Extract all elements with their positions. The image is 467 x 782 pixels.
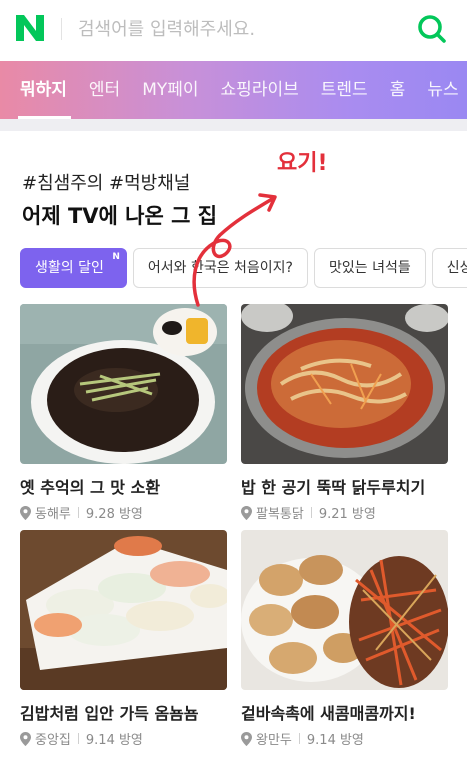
location-pin-icon: [241, 505, 252, 520]
restaurant-card[interactable]: 김밥처럼 입안 가득 옴뇸뇸 중앙집 9.14 방영: [20, 530, 227, 748]
air-date: 9.28 방영: [85, 507, 143, 522]
section-gap: [0, 119, 467, 131]
meta-divider: [298, 733, 300, 744]
chip-label: 생활의 달인: [35, 260, 104, 276]
chip-label: 맛있는 녀석들: [329, 260, 411, 276]
tab-news[interactable]: 뉴스: [416, 61, 467, 119]
new-badge: N: [112, 252, 120, 262]
header-divider: [61, 18, 62, 40]
air-date: 9.14 방영: [306, 733, 364, 748]
chip-master-of-living[interactable]: 생활의 달인 N: [20, 248, 127, 288]
dakduruchigi-photo[interactable]: [241, 304, 448, 464]
sushi-photo[interactable]: [20, 530, 227, 690]
location-pin-icon: [20, 731, 31, 746]
search-icon[interactable]: [414, 11, 450, 47]
annotation-label: 요기!: [277, 151, 328, 176]
tab-shopping-live[interactable]: 쇼핑라이브: [210, 61, 310, 119]
meta-divider: [77, 507, 79, 518]
section-tagline: #침샘주의 #먹방채널: [22, 173, 191, 194]
fried-dumplings-photo[interactable]: [241, 530, 448, 690]
card-meta: 왕만두 9.14 방영: [241, 729, 448, 748]
card-title[interactable]: 밥 한 공기 뚝딱 닭두루치기: [241, 474, 448, 498]
card-title[interactable]: 겉바속촉에 새콤매콤까지!: [241, 700, 448, 724]
meta-divider: [310, 507, 312, 518]
chip-label: 신상: [446, 260, 467, 276]
air-date: 9.14 방영: [85, 733, 143, 748]
restaurant-card[interactable]: 겉바속촉에 새콤매콤까지! 왕만두 9.14 방영: [241, 530, 448, 748]
chip-new[interactable]: 신상: [431, 248, 467, 288]
restaurant-card[interactable]: 옛 추억의 그 맛 소환 동해루 9.28 방영: [20, 304, 227, 522]
tab-entertainment[interactable]: 엔터: [78, 61, 131, 119]
card-meta: 동해루 9.28 방영: [20, 503, 227, 522]
tab-todo[interactable]: 뭐하지: [0, 61, 78, 119]
card-meta: 중앙집 9.14 방영: [20, 729, 227, 748]
restaurant-card[interactable]: 밥 한 공기 뚝딱 닭두루치기 팔복통닭 9.21 방영: [241, 304, 448, 522]
search-header: [0, 0, 467, 58]
card-title[interactable]: 김밥처럼 입안 가득 옴뇸뇸: [20, 700, 227, 724]
place-name: 팔복통닭: [256, 507, 304, 522]
chip-label: 어서와 한국은 처음이지?: [147, 260, 293, 276]
meta-divider: [77, 733, 79, 744]
jjajangmyeon-photo[interactable]: [20, 304, 227, 464]
tab-home[interactable]: 홈: [379, 61, 417, 119]
chip-welcome-first-time-korea[interactable]: 어서와 한국은 처음이지?: [132, 248, 308, 288]
location-pin-icon: [20, 505, 31, 520]
air-date: 9.21 방영: [318, 507, 376, 522]
section-title: 어제 TV에 나온 그 집: [22, 204, 218, 228]
chip-tasty-guys[interactable]: 맛있는 녀석들: [314, 248, 426, 288]
search-input[interactable]: [78, 14, 378, 44]
place-name: 왕만두: [256, 733, 292, 748]
tab-trend[interactable]: 트렌드: [310, 61, 379, 119]
tab-mypay[interactable]: MY페이: [131, 61, 209, 119]
location-pin-icon: [241, 731, 252, 746]
place-name: 동해루: [35, 507, 71, 522]
place-name: 중앙집: [35, 733, 71, 748]
card-meta: 팔복통닭 9.21 방영: [241, 503, 448, 522]
naver-logo[interactable]: [14, 13, 46, 43]
program-chips: 생활의 달인 N 어서와 한국은 처음이지? 맛있는 녀석들 신상: [20, 248, 467, 288]
card-title[interactable]: 옛 추억의 그 맛 소환: [20, 474, 227, 498]
category-tabs: 뭐하지 엔터 MY페이 쇼핑라이브 트렌드 홈 뉴스: [0, 61, 467, 119]
